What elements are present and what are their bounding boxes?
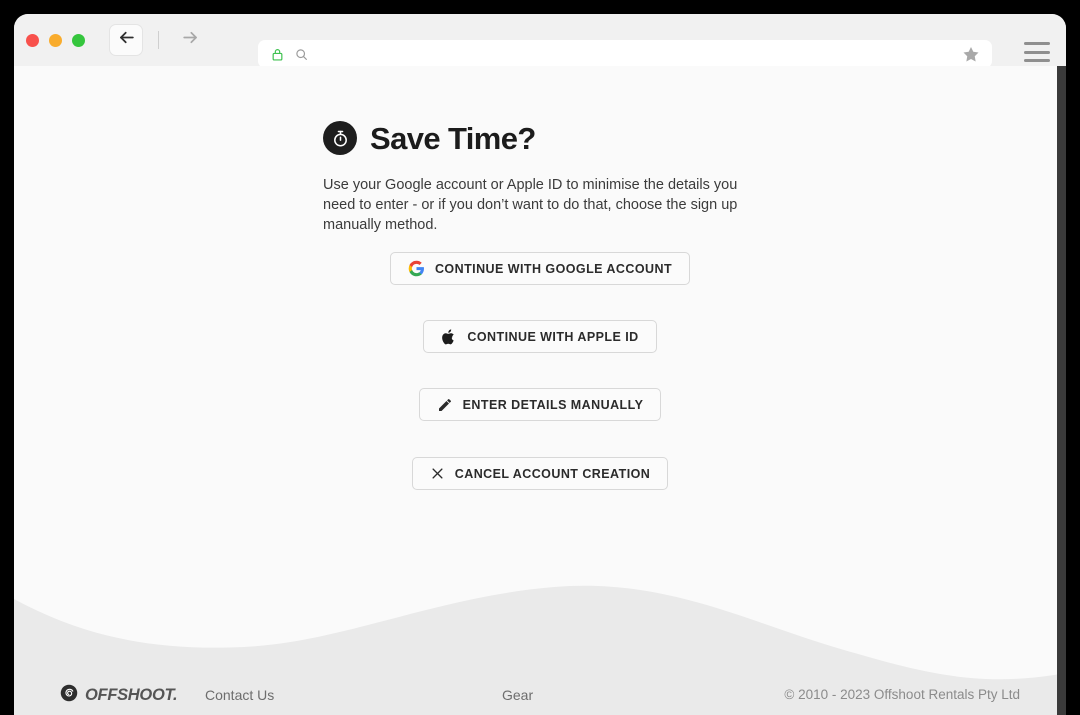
star-icon[interactable] (962, 45, 980, 68)
minimize-window-button[interactable] (49, 33, 62, 47)
page-title: Save Time? (370, 120, 536, 156)
offshoot-brand-name: OFFSHOOT. (85, 686, 178, 704)
offshoot-spiral-icon (60, 684, 78, 707)
page-description: Use your Google account or Apple ID to m… (323, 177, 738, 233)
browser-toolbar (14, 14, 1066, 68)
page-title-row: Save Time? (323, 121, 783, 155)
back-button[interactable] (109, 24, 143, 56)
continue-with-apple-button[interactable]: CONTINUE WITH APPLE ID (423, 320, 657, 353)
continue-with-apple-label: CONTINUE WITH APPLE ID (467, 329, 639, 344)
google-logo-icon (408, 260, 425, 277)
footer-copyright: © 2010 - 2023 Offshoot Rentals Pty Ltd (784, 687, 1020, 702)
offshoot-logo[interactable]: OFFSHOOT. (60, 684, 178, 707)
padlock-icon (271, 47, 284, 62)
hamburger-menu-icon[interactable] (1024, 42, 1050, 62)
navigation-buttons (109, 24, 206, 56)
stopwatch-icon (323, 121, 357, 155)
continue-with-google-label: CONTINUE WITH GOOGLE ACCOUNT (434, 261, 673, 276)
close-window-button[interactable] (26, 33, 39, 47)
browser-window: Save Time? Use your Google account or Ap… (14, 14, 1066, 715)
window-traffic-lights (26, 33, 85, 47)
page-content: Save Time? Use your Google account or Ap… (323, 121, 783, 235)
page-footer: OFFSHOOT. Contact Us Gear © 2010 - 2023 … (14, 668, 1066, 715)
arrow-right-icon (181, 28, 200, 52)
cancel-account-creation-label: CANCEL ACCOUNT CREATION (454, 466, 651, 481)
enter-details-manually-button[interactable]: ENTER DETAILS MANUALLY (418, 388, 662, 421)
maximize-window-button[interactable] (72, 33, 85, 47)
page-scrollbar[interactable] (1057, 66, 1066, 715)
continue-with-google-button[interactable]: CONTINUE WITH GOOGLE ACCOUNT (389, 252, 691, 285)
toolbar-divider (158, 31, 159, 49)
action-button-stack: CONTINUE WITH GOOGLE ACCOUNT CONTINUE WI… (14, 252, 1066, 490)
enter-details-manually-label: ENTER DETAILS MANUALLY (462, 397, 644, 412)
close-x-icon (430, 466, 445, 481)
pencil-icon (437, 397, 453, 413)
forward-button[interactable] (174, 25, 206, 55)
cancel-account-creation-button[interactable]: CANCEL ACCOUNT CREATION (411, 457, 669, 490)
page-viewport: Save Time? Use your Google account or Ap… (14, 66, 1066, 715)
search-icon (295, 48, 308, 61)
address-bar[interactable] (258, 40, 992, 68)
url-input[interactable] (318, 45, 952, 63)
apple-logo-icon (441, 328, 457, 346)
footer-link-contact-us[interactable]: Contact Us (205, 687, 274, 703)
footer-link-gear[interactable]: Gear (502, 687, 533, 703)
arrow-left-icon (117, 28, 136, 52)
